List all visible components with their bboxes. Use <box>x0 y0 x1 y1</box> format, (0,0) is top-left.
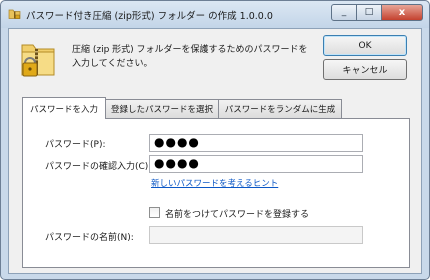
tab-select-registered-password[interactable]: 登録したパスワードを選択 <box>105 99 219 118</box>
caption-buttons: _ □ x <box>331 4 423 21</box>
window-title: パスワード付き圧縮 (zip形式) フォルダー の作成 1.0.0.0 <box>26 11 273 22</box>
dialog-window: パスワード付き圧縮 (zip形式) フォルダー の作成 1.0.0.0 _ □ … <box>0 0 430 280</box>
zip-folder-lock-icon <box>21 44 55 77</box>
title-bar[interactable]: パスワード付き圧縮 (zip形式) フォルダー の作成 1.0.0.0 _ □ … <box>1 1 429 28</box>
tab-generate-random-password[interactable]: パスワードをランダムに生成 <box>218 99 342 118</box>
password-label: パスワード(P): <box>45 140 106 150</box>
password-name-label: パスワードの名前(N): <box>45 233 134 243</box>
confirm-password-field[interactable]: ●●●● <box>149 155 363 173</box>
tab-panel: パスワード(P): ●●●● パスワードの確認入力(C): ●●●● 新しいパス… <box>22 118 410 268</box>
password-field[interactable]: ●●●● <box>149 134 363 152</box>
cancel-button[interactable]: キャンセル <box>323 59 407 80</box>
confirm-password-label: パスワードの確認入力(C): <box>45 162 152 172</box>
close-button[interactable]: x <box>381 4 423 21</box>
tab-enter-password[interactable]: パスワードを入力 <box>22 97 106 119</box>
register-password-label: 名前をつけてパスワードを登録する <box>165 210 310 220</box>
minimize-button[interactable]: _ <box>331 4 357 21</box>
password-name-field[interactable] <box>149 226 363 244</box>
maximize-button[interactable]: □ <box>357 4 381 21</box>
ok-button[interactable]: OK <box>323 35 407 56</box>
password-hint-link[interactable]: 新しいパスワードを考えるヒント <box>151 177 278 189</box>
description-text: 圧縮 (zip 形式) フォルダーを保護するためのパスワードを入力してください。 <box>72 45 308 69</box>
register-password-checkbox[interactable] <box>149 207 160 218</box>
zip-folder-lock-icon <box>8 9 21 19</box>
dialog-body: 圧縮 (zip 形式) フォルダーを保護するためのパスワードを入力してください。… <box>8 28 422 274</box>
